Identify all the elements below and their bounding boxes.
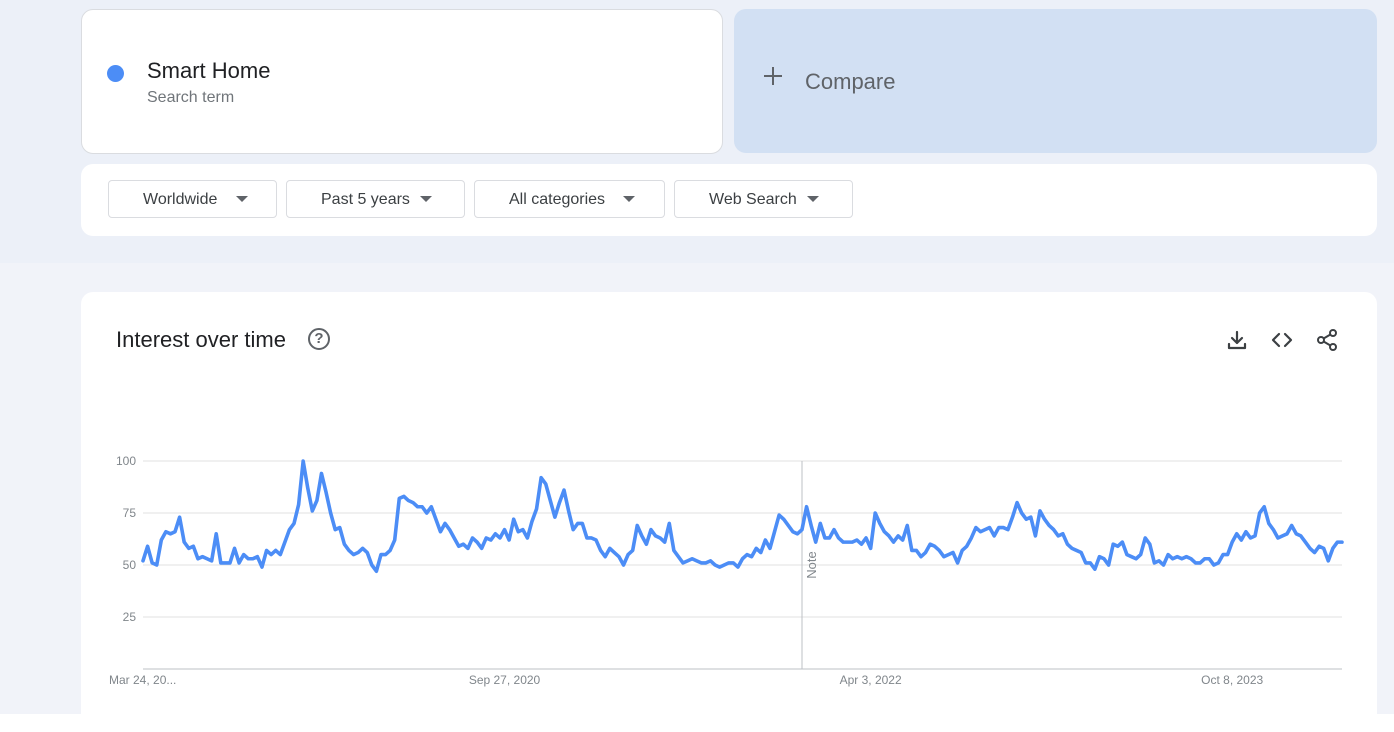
x-tick-label: Oct 8, 2023 <box>1201 673 1263 687</box>
y-tick-label: 50 <box>123 558 137 572</box>
x-tick-label: Sep 27, 2020 <box>469 673 541 687</box>
x-tick-label: Apr 3, 2022 <box>840 673 902 687</box>
y-tick-label: 100 <box>116 454 136 468</box>
annotation-note-label: Note <box>804 551 819 578</box>
y-tick-label: 75 <box>123 506 137 520</box>
series-line-smart-home <box>141 459 1344 574</box>
y-tick-label: 25 <box>123 610 137 624</box>
interest-chart: 100 75 50 25 Note Mar 24, 20... Sep 27, 2020 Ap… <box>109 454 1344 687</box>
x-tick-label: Mar 24, 20... <box>109 673 176 687</box>
